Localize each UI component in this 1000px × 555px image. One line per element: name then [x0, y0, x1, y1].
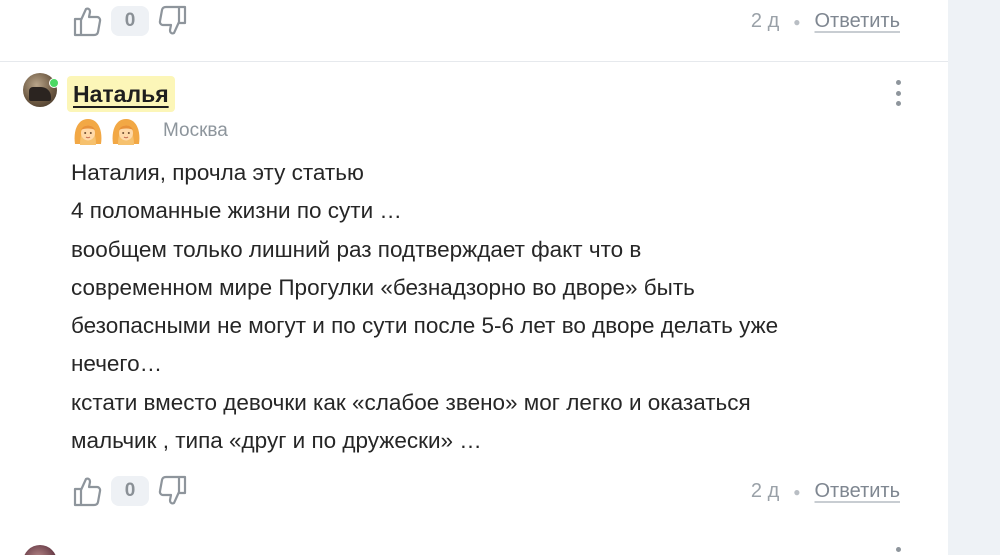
more-vertical-icon[interactable] — [886, 78, 910, 108]
more-vertical-icon[interactable] — [886, 547, 910, 555]
prev-meta: 2 д ● Ответить — [751, 10, 900, 33]
comment-time: 2 д — [750, 480, 780, 502]
author-city: Москва — [163, 120, 228, 141]
like-count: 0 — [111, 476, 149, 506]
next-avatar[interactable] — [23, 545, 57, 555]
comment-line: мальчик , типа «друг и по дружески» … — [71, 428, 482, 454]
comment-line: вообщем только лишний раз подтверждает ф… — [71, 236, 642, 262]
thumbs-down-icon[interactable] — [157, 474, 189, 508]
comment-line: 4 поломанные жизни по сути … — [71, 198, 402, 224]
thumbs-down-icon[interactable] — [157, 4, 189, 38]
girl-emoji-icon — [74, 119, 102, 145]
comment-divider — [0, 61, 948, 62]
author-badges: Москва — [71, 116, 228, 146]
vote-row: 0 — [71, 474, 189, 508]
author-name[interactable]: Наталья — [67, 76, 175, 112]
prev-like-count: 0 — [111, 6, 149, 36]
prev-time: 2 д — [750, 10, 780, 32]
side-panel — [948, 0, 1000, 555]
comment-meta: 2 д ● Ответить — [751, 480, 900, 503]
comment-line: современном мире Прогулки «безнадзорно в… — [71, 274, 695, 300]
comments-page: 0 2 д ● Ответить Наталья Москва Наталия,… — [0, 0, 1000, 555]
girl-emoji-icon — [112, 119, 140, 145]
thumbs-up-icon[interactable] — [71, 4, 103, 38]
meta-separator: ● — [793, 484, 801, 499]
prev-reply-link[interactable]: Ответить — [815, 10, 901, 33]
comment-line: безопасными не могут и по сути после 5-6… — [71, 313, 779, 339]
thumbs-up-icon[interactable] — [71, 474, 103, 508]
comment-line: нечего… — [71, 351, 163, 377]
comment-text: Наталия, прочла эту статью 4 поломанные … — [71, 154, 931, 460]
meta-separator: ● — [793, 14, 801, 29]
comment-line: кстати вместо девочки как «слабое звено»… — [71, 389, 751, 415]
comment-line: Наталия, прочла эту статью — [71, 160, 364, 185]
online-status-dot — [49, 78, 59, 88]
reply-link[interactable]: Ответить — [815, 480, 901, 503]
prev-vote-row: 0 — [71, 4, 189, 38]
